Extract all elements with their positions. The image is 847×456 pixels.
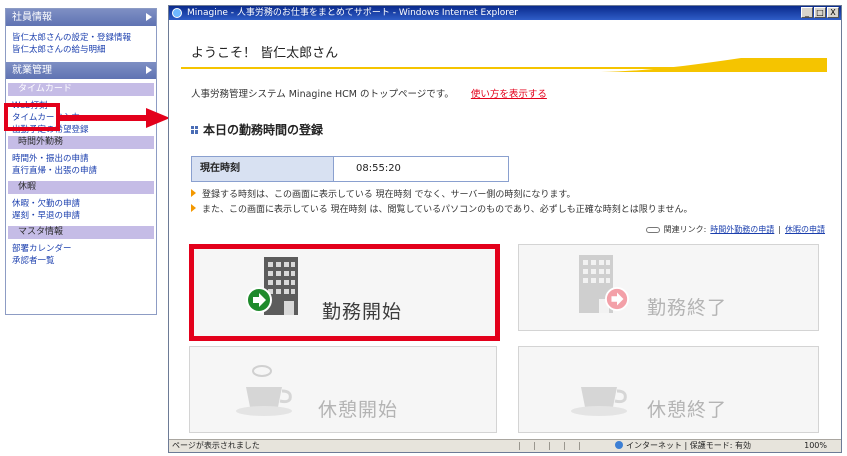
sidebar-sub-leave: 休暇 xyxy=(8,181,154,194)
annotation-arrow-icon xyxy=(60,108,170,128)
break-end-button[interactable]: 休憩終了 xyxy=(518,346,819,433)
coffee-cup-icon xyxy=(571,387,627,416)
related-separator: | xyxy=(778,225,781,234)
current-time-table: 現在時刻 08:55:20 xyxy=(191,156,509,182)
sidebar-sub-timecard: タイムカード xyxy=(8,83,154,96)
browser-window: Minagine - 人事労務のお仕事をまとめてサポート - Windows I… xyxy=(168,5,842,453)
sidebar-link-overtime-request[interactable]: 時間外・振出の申請 xyxy=(6,153,156,165)
related-link-overtime[interactable]: 時間外勤務の申請 xyxy=(710,224,774,235)
security-zone[interactable]: インターネット | 保護モード: 有効 xyxy=(615,440,751,452)
sidebar-section-employee[interactable]: 社員情報 xyxy=(6,9,156,26)
break-start-label: 休憩開始 xyxy=(318,399,399,421)
sidebar-link-late-early-request[interactable]: 遅刻・早退の申請 xyxy=(6,210,156,222)
note-text: また、この画面に表示している 現在時刻 は、閲覧しているパソコンのものであり、必… xyxy=(202,205,693,215)
section-bullet-icon xyxy=(191,125,199,134)
sidebar-link-approver-list[interactable]: 承認者一覧 xyxy=(6,255,156,267)
related-label: 関連リンク: xyxy=(663,225,707,234)
minimize-button[interactable]: _ xyxy=(801,7,813,18)
expand-arrow-icon xyxy=(146,66,152,74)
status-text: ページが表示されました xyxy=(172,441,260,450)
section-title: 本日の勤務時間の登録 xyxy=(191,121,323,138)
sidebar-link-leave-request[interactable]: 休暇・欠勤の申請 xyxy=(6,198,156,210)
page-content: ようこそ！ 皆仁太郎さん 人事労務管理システム Minagine HCM のトッ… xyxy=(169,20,841,439)
window-controls: _ □ X xyxy=(801,7,839,18)
close-button[interactable]: X xyxy=(827,7,839,18)
sidebar-section-work[interactable]: 就業管理 xyxy=(6,62,156,79)
sidebar-link-payslip[interactable]: 皆仁太郎さんの給与明細 xyxy=(6,44,156,56)
ie-logo-icon xyxy=(172,8,182,18)
coffee-cup-icon xyxy=(236,365,292,416)
note-local-time: また、この画面に表示している 現在時刻 は、閲覧しているパソコンのものであり、必… xyxy=(191,202,692,215)
bullet-triangle-icon xyxy=(191,189,196,197)
break-start-button[interactable]: 休憩開始 xyxy=(189,346,497,433)
help-link[interactable]: 使い方を表示する xyxy=(471,89,547,100)
zoom-level[interactable]: 100% xyxy=(804,440,827,452)
current-time-label: 現在時刻 xyxy=(192,157,334,181)
work-end-button[interactable]: 勤務終了 xyxy=(518,244,819,331)
sidebar-sub-overtime: 時間外勤務 xyxy=(8,136,154,149)
intro-sentence: 人事労務管理システム Minagine HCM のトップページです。 xyxy=(191,89,454,100)
work-end-label: 勤務終了 xyxy=(647,297,728,319)
sidebar-sub-master: マスタ情報 xyxy=(8,226,154,239)
related-links: 関連リンク: 時間外勤務の申請 | 休暇の申請 xyxy=(645,224,825,235)
maximize-button[interactable]: □ xyxy=(814,7,826,18)
browser-title-bar[interactable]: Minagine - 人事労務のお仕事をまとめてサポート - Windows I… xyxy=(169,6,841,20)
note-text: 登録する時刻は、この画面に表示している 現在時刻 でなく、サーバー側の時刻になり… xyxy=(202,190,576,200)
browser-title: Minagine - 人事労務のお仕事をまとめてサポート - Windows I… xyxy=(187,8,518,18)
screenshot-root: 社員情報 皆仁太郎さんの設定・登録情報 皆仁太郎さんの給与明細 就業管理 タイム… xyxy=(0,0,847,456)
intro-text: 人事労務管理システム Minagine HCM のトップページです。 使い方を表… xyxy=(191,86,547,100)
bullet-triangle-icon xyxy=(191,204,196,212)
work-start-label: 勤務開始 xyxy=(322,301,403,323)
link-chain-icon xyxy=(645,226,660,233)
expand-arrow-icon xyxy=(146,13,152,21)
globe-icon xyxy=(615,441,623,449)
section-title-text: 本日の勤務時間の登録 xyxy=(203,123,324,137)
sidebar-section-label: 就業管理 xyxy=(12,65,52,76)
status-bar: ページが表示されました インターネット | 保護モード: 有効 100% xyxy=(169,439,841,452)
sidebar-link-department-calendar[interactable]: 部署カレンダー xyxy=(6,243,156,255)
related-link-leave[interactable]: 休暇の申請 xyxy=(785,224,825,235)
break-end-label: 休憩終了 xyxy=(647,399,728,421)
header-underline-decoration xyxy=(181,58,827,72)
security-zone-text: インターネット | 保護モード: 有効 xyxy=(626,441,752,450)
sidebar-link-direct-trip-request[interactable]: 直行直帰・出張の申請 xyxy=(6,165,156,177)
annotation-highlight-box xyxy=(4,103,60,131)
work-start-button[interactable]: 勤務開始 xyxy=(189,244,500,341)
arrow-right-icon xyxy=(246,287,272,313)
note-server-time: 登録する時刻は、この画面に表示している 現在時刻 でなく、サーバー側の時刻になり… xyxy=(191,187,575,200)
sidebar-link-profile[interactable]: 皆仁太郎さんの設定・登録情報 xyxy=(6,32,156,44)
current-time-value: 08:55:20 xyxy=(356,163,401,174)
sidebar: 社員情報 皆仁太郎さんの設定・登録情報 皆仁太郎さんの給与明細 就業管理 タイム… xyxy=(5,8,157,315)
arrow-right-icon xyxy=(605,287,629,311)
status-separators xyxy=(519,442,580,450)
sidebar-section-label: 社員情報 xyxy=(12,12,52,23)
